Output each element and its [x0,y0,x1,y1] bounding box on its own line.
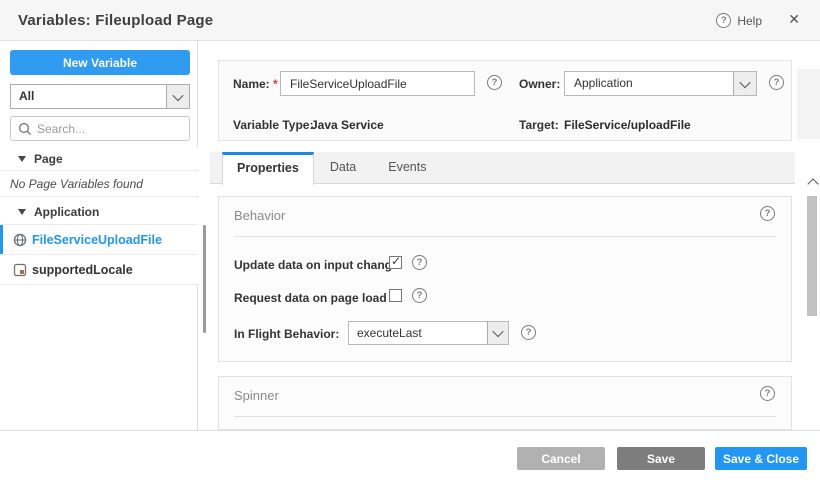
chevron-down-icon [733,72,756,95]
scroll-gutter [797,69,820,139]
in-flight-help-icon[interactable]: ? [521,325,536,340]
variable-header-form: Name: * ? Owner: * Application ? Variabl… [218,60,792,141]
in-flight-behavior-value: executeLast [357,322,422,344]
variable-type-value: Java Service [311,118,384,132]
collapse-triangle-icon [18,209,26,215]
name-help-icon[interactable]: ? [487,75,502,90]
variable-filter-select[interactable]: All [10,84,190,109]
help-button[interactable]: ? Help [716,13,762,28]
page-variables-empty: No Page Variables found [0,172,198,197]
section-divider [234,236,776,237]
update-data-label: Update data on input change [234,258,399,272]
globe-service-icon [13,233,27,247]
help-label: Help [737,14,762,28]
behavior-section-title: Behavior [234,208,285,223]
in-flight-behavior-select[interactable]: executeLast [348,321,509,345]
owner-label: Owner: * [519,77,568,91]
behavior-section: Behavior ? Update data on input change ?… [218,196,792,362]
spinner-section-title: Spinner [234,388,279,403]
update-data-help-icon[interactable]: ? [412,255,427,270]
behavior-help-icon[interactable]: ? [760,206,775,221]
collapse-triangle-icon [18,156,26,162]
save-button[interactable]: Save [617,447,705,470]
section-header-page[interactable]: Page [0,147,198,171]
owner-help-icon[interactable]: ? [769,75,784,90]
name-field[interactable] [280,71,475,96]
section-divider [234,416,776,417]
update-data-checkbox[interactable] [389,256,402,269]
variable-item-label: supportedLocale [32,263,133,277]
tab-events[interactable]: Events [372,152,442,183]
request-data-help-icon[interactable]: ? [412,288,427,303]
variable-type-label: Variable Type: [233,118,313,132]
close-icon[interactable]: ✕ [788,11,800,28]
variable-search [10,116,190,141]
section-header-application[interactable]: Application [0,198,198,225]
target-value: FileService/uploadFile [564,118,691,132]
dialog-footer: Cancel Save Save & Close [0,431,820,495]
sidebar-item-fileserviceuploadfile[interactable]: FileServiceUploadFile [0,225,198,255]
section-label: Page [34,152,63,166]
variable-item-label: FileServiceUploadFile [32,233,162,247]
spinner-section: Spinner ? [218,376,792,430]
owner-value: Application [574,72,633,95]
target-label: Target: [519,118,559,132]
save-and-close-button[interactable]: Save & Close [715,447,807,470]
dialog-titlebar: Variables: Fileupload Page ? Help ✕ [0,0,820,41]
dialog-title: Variables: Fileupload Page [18,12,213,29]
cancel-button[interactable]: Cancel [517,447,605,470]
spinner-help-icon[interactable]: ? [760,386,775,401]
content-scrollbar-thumb[interactable] [807,196,817,316]
search-input[interactable] [37,117,185,140]
content-scrollbar [806,178,820,466]
search-icon [18,122,32,136]
tab-properties[interactable]: Properties [222,152,314,185]
variables-sidebar: New Variable All Page No Page Variables … [0,41,198,430]
in-flight-behavior-label: In Flight Behavior: [234,327,339,341]
required-marker: * [273,77,278,91]
request-data-checkbox[interactable] [389,289,402,302]
help-circle-icon: ? [716,13,731,28]
variable-detail-panel: Name: * ? Owner: * Application ? Variabl… [210,41,820,430]
section-label: Application [34,205,99,219]
chevron-down-icon [487,322,508,344]
name-label: Name: * [233,77,278,91]
detail-tabbar: Properties Data Events [210,152,795,184]
empty-message: No Page Variables found [10,177,143,191]
variables-dialog: Variables: Fileupload Page ? Help ✕ New … [0,0,820,495]
selected-indicator [0,225,3,254]
request-data-label: Request data on page load [234,291,387,305]
locale-icon [13,263,27,277]
owner-select[interactable]: Application [564,71,757,96]
chevron-down-icon [166,85,189,108]
scroll-up-icon[interactable] [807,178,818,189]
variable-filter-value: All [19,85,34,108]
new-variable-button[interactable]: New Variable [10,50,190,75]
tab-data[interactable]: Data [314,152,372,183]
sidebar-scrollbar-thumb[interactable] [203,225,206,333]
sidebar-item-supportedlocale[interactable]: supportedLocale [0,255,198,285]
